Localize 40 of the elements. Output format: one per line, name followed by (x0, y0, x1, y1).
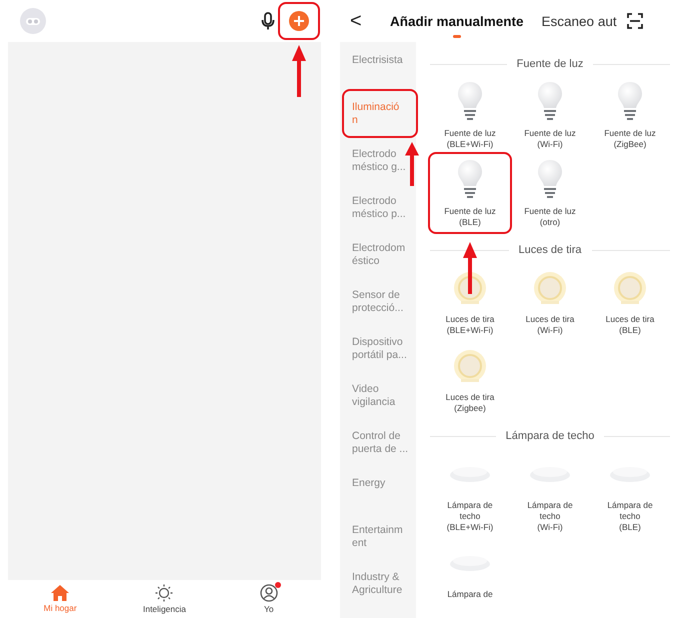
bulb-icon (458, 160, 482, 200)
light-strip-icon (613, 271, 647, 305)
back-button[interactable]: < (340, 10, 390, 32)
device-item[interactable]: Fuente de luz (ZigBee) (590, 82, 670, 150)
bulb-icon (458, 82, 482, 122)
microphone-icon[interactable] (261, 12, 275, 30)
section-title: Fuente de luz (516, 58, 584, 70)
up-arrow (292, 45, 306, 97)
tab-indicator (452, 35, 461, 38)
add-button[interactable] (289, 11, 309, 31)
device-item[interactable]: Lámpara de techo (BLE) (590, 454, 670, 533)
home-icon (51, 585, 70, 601)
device-item[interactable]: Luces de tira (BLE+Wi-Fi) (430, 268, 510, 336)
device-item[interactable]: Fuente de luz (otro) (510, 160, 590, 228)
tab[interactable]: Escaneo aut (542, 14, 617, 28)
device-item[interactable]: Luces de tira (Zigbee) (430, 346, 510, 414)
bulb-icon (618, 82, 642, 122)
light-strip-icon (453, 349, 487, 383)
tab[interactable]: Añadir manualmente (390, 14, 524, 28)
nav-tab[interactable]: Inteligencia (112, 580, 217, 618)
device-item[interactable]: Luces de tira (Wi-Fi) (510, 268, 590, 336)
device-item[interactable]: Fuente de luz (Wi-Fi) (510, 82, 590, 150)
sun-icon (155, 584, 174, 602)
user-icon (260, 584, 278, 602)
light-strip-icon (453, 271, 487, 305)
device-item[interactable]: Lámpara de (430, 543, 510, 600)
scan-icon[interactable] (626, 13, 643, 29)
device-item[interactable]: Fuente de luz (BLE) (430, 160, 510, 228)
bulb-icon (538, 160, 562, 200)
section-title: Lámpara de techo (506, 430, 594, 442)
light-strip-icon (533, 271, 567, 305)
bulb-icon (538, 82, 562, 122)
up-arrow (463, 242, 477, 294)
device-item[interactable]: Lámpara de techo (BLE+Wi-Fi) (430, 454, 510, 533)
device-item[interactable]: Luces de tira (BLE) (590, 268, 670, 336)
nav-tab[interactable]: Yo (216, 580, 321, 618)
device-item[interactable]: Lámpara de techo (Wi-Fi) (510, 454, 590, 533)
device-item[interactable]: Fuente de luz (BLE+Wi-Fi) (430, 82, 510, 150)
section-title: Luces de tira (518, 244, 582, 256)
up-arrow (405, 142, 419, 186)
